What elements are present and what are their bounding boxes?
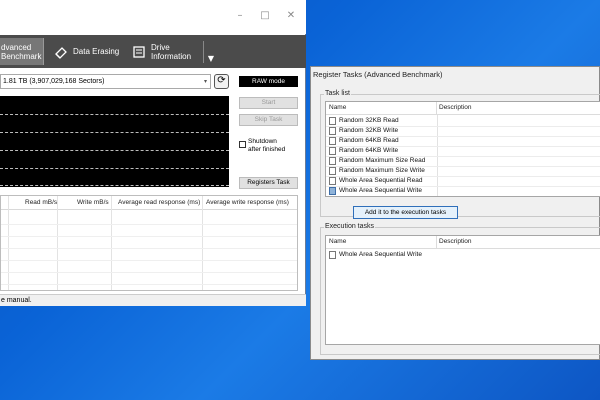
task-icon [329,177,336,185]
row-divider [1,236,297,237]
start-button[interactable]: Start [239,97,298,109]
execution-col-name: Name [329,238,347,245]
results-table: Read mB/s Write mB/s Average read respon… [0,195,298,291]
status-text: e manual. [1,297,32,304]
task-icon [329,117,336,125]
drive-information-label: Drive Information [151,42,192,61]
raw-mode-button[interactable]: RAW mode [239,76,298,87]
maximize-button[interactable]: □ [258,9,272,23]
header-underline [326,248,600,249]
data-erasing-tab[interactable]: Data Erasing [50,38,120,65]
graph-gridline [0,185,229,186]
task-label: Whole Area Sequential Write [339,187,422,194]
results-header: Read mB/s Write mB/s Average read respon… [1,196,297,210]
execution-col-description: Description [439,238,472,245]
task-icon [329,251,336,259]
column-divider [202,196,203,290]
toolbar-separator [203,41,204,63]
drive-select[interactable]: 1.81 TB (3,907,029,168 Sectors) ▾ [0,74,211,89]
advanced-benchmark-label: dvanced Benchmark [1,42,42,61]
title-bar: – □ ✕ [0,0,306,34]
advanced-benchmark-tab[interactable]: dvanced Benchmark [0,38,44,65]
minimize-button[interactable]: – [233,9,247,23]
task-item[interactable]: Whole Area Sequential Read [329,176,422,186]
graph-gridline [0,168,229,169]
task-label: Random 32KB Read [339,117,399,124]
add-to-execution-button[interactable]: Add it to the execution tasks [353,206,458,219]
drive-information-tab[interactable]: Drive Information [128,38,202,65]
task-label: Random Maximum Size Write [339,167,425,174]
task-icon [329,127,336,135]
task-icon [329,137,336,145]
col-read-mbs: Read mB/s [25,199,58,206]
task-list-col-description: Description [439,104,472,111]
task-label: Random 64KB Write [339,147,399,154]
drive-select-value: 1.81 TB (3,907,029,168 Sectors) [3,78,105,85]
shutdown-label: Shutdown after finished [248,138,286,153]
graph-gridline [0,150,229,151]
task-item[interactable]: Random 64KB Write [329,146,398,156]
header-divider [436,102,437,114]
drive-info-icon [132,45,146,59]
graph-gridline [0,114,229,115]
skip-task-button[interactable]: Skip Task [239,114,298,126]
task-list[interactable]: Name Description Random 32KB Read Random… [325,101,600,197]
registers-task-button[interactable]: Registers Task [239,177,298,189]
task-icon [329,157,336,165]
task-label: Whole Area Sequential Read [339,177,423,184]
execution-task-item[interactable]: Whole Area Sequential Write [329,250,422,260]
benchmark-graph [0,96,229,187]
column-divider [57,196,58,290]
more-tools-chevron-icon[interactable]: ▼ [205,54,217,64]
row-divider [1,224,297,225]
task-item-selected[interactable]: Whole Area Sequential Write [329,186,422,196]
task-list-label: Task list [324,90,351,97]
task-label: Whole Area Sequential Write [339,251,422,258]
row-divider [1,260,297,261]
shutdown-checkbox[interactable] [239,141,246,148]
shutdown-option[interactable]: Shutdown after finished [239,138,301,154]
col-write-mbs: Write mB/s [77,199,109,206]
column-divider [111,196,112,290]
task-label: Random Maximum Size Read [339,157,426,164]
header-underline [326,114,600,115]
toolbar: dvanced Benchmark Data Erasing Drive Inf… [0,35,306,68]
task-item[interactable]: Random 32KB Read [329,116,399,126]
execution-tasks-label: Execution tasks [324,223,376,230]
task-item[interactable]: Random 32KB Write [329,126,398,136]
row-divider [1,272,297,273]
col-avg-write-response: Average write response (ms) [206,199,289,206]
header-divider [436,236,437,248]
col-avg-read-response: Average read response (ms) [118,199,201,206]
task-item[interactable]: Random Maximum Size Read [329,156,425,166]
task-item[interactable]: Random Maximum Size Write [329,166,425,176]
data-erasing-label: Data Erasing [73,47,120,56]
eraser-icon [54,45,68,59]
task-icon [329,187,336,195]
benchmark-window: – □ ✕ dvanced Benchmark Data Erasing Dri… [0,0,306,306]
task-label: Random 64KB Read [339,137,399,144]
row-divider [1,248,297,249]
graph-gridline [0,132,229,133]
window-title: Register Tasks (Advanced Benchmark) [313,70,443,79]
chevron-down-icon: ▾ [203,78,207,85]
column-divider [8,196,9,290]
task-label: Random 32KB Write [339,127,399,134]
execution-task-list[interactable]: Name Description Whole Area Sequential W… [325,235,600,345]
task-icon [329,167,336,175]
close-button[interactable]: ✕ [284,9,298,23]
status-bar: e manual. [0,294,306,306]
task-icon [329,147,336,155]
task-item[interactable]: Random 64KB Read [329,136,399,146]
task-list-col-name: Name [329,104,347,111]
refresh-button[interactable]: ⟳ [214,74,229,89]
row-divider [1,284,297,285]
